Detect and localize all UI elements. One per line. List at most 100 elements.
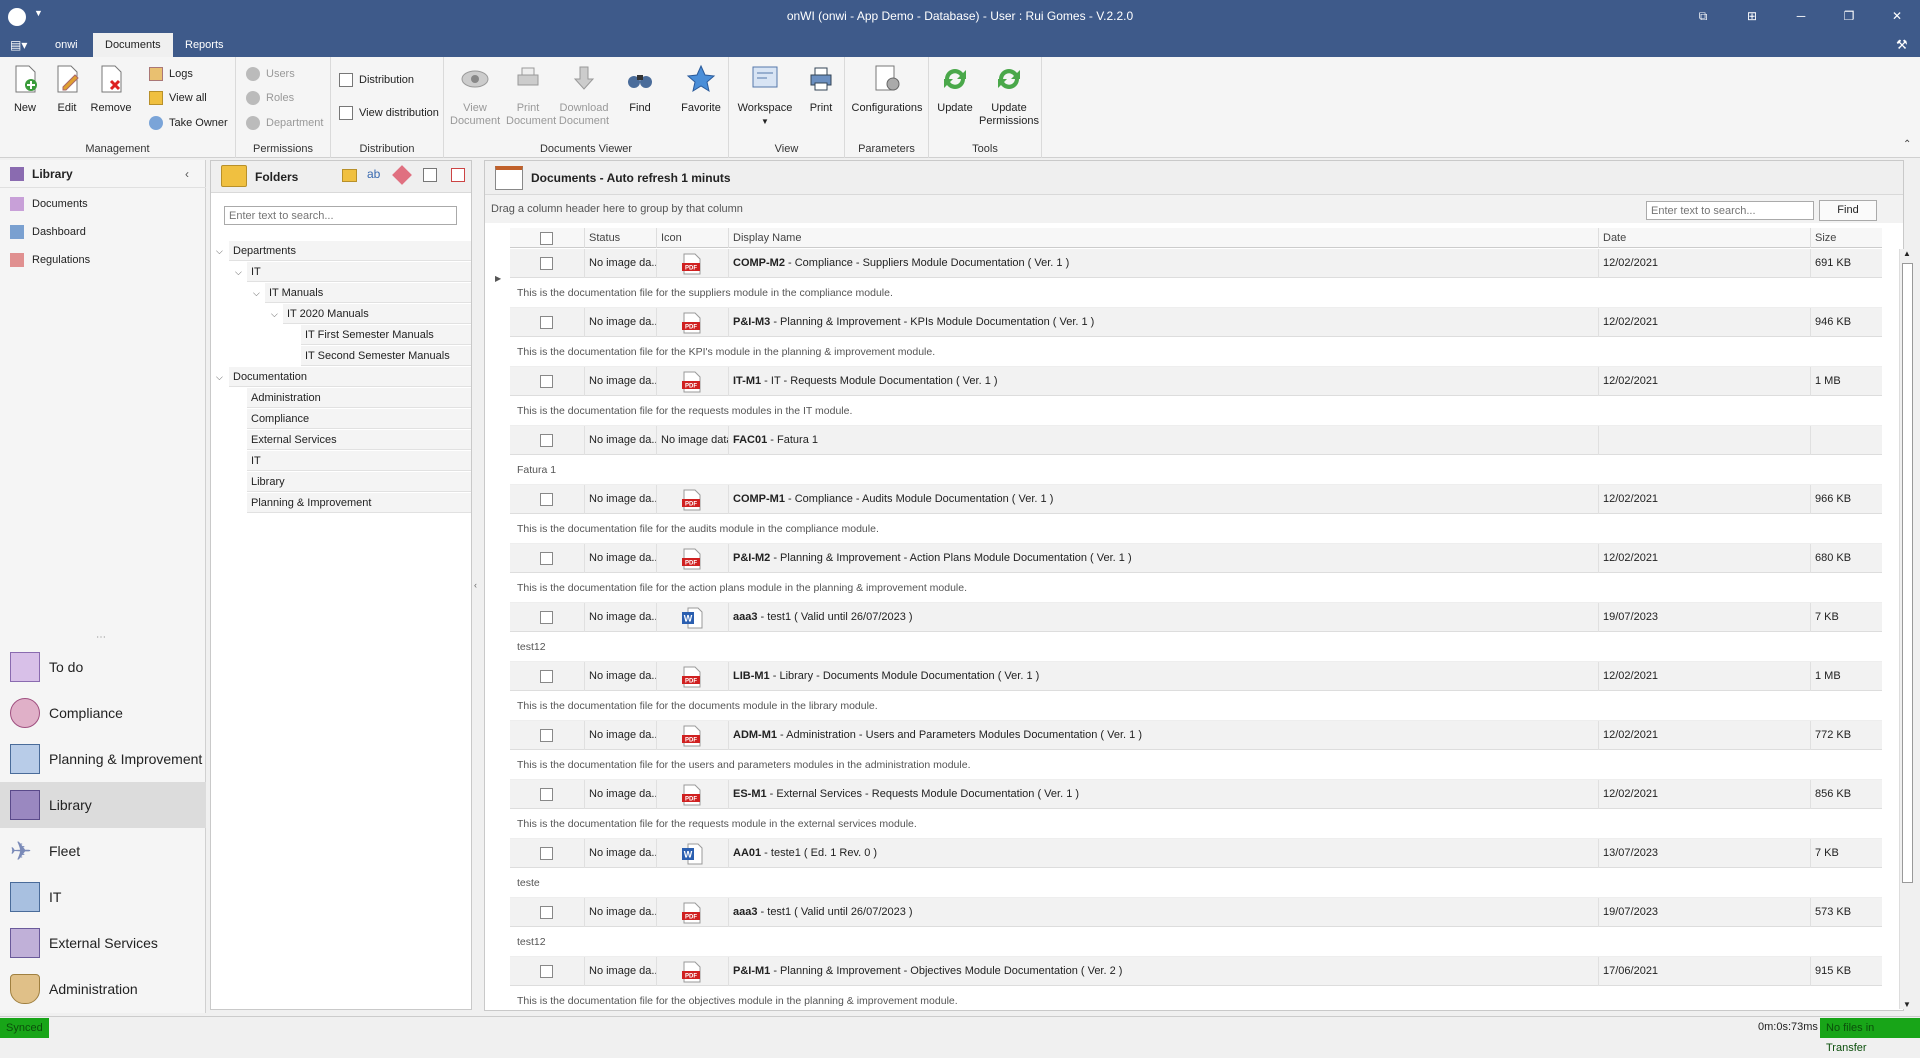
tree-node-administration[interactable]: Administration	[247, 388, 471, 408]
erase-icon[interactable]	[392, 165, 412, 185]
table-row[interactable]: No image da... PDF P&I-M2 - Planning & Imp…	[510, 544, 1882, 603]
new-button[interactable]: New	[8, 63, 42, 115]
row-main[interactable]: No image da... PDF ES-M1 - External Servic…	[510, 780, 1882, 809]
view-distribution-button[interactable]: View distribution	[339, 104, 439, 122]
vertical-scrollbar[interactable]: ▲ ▼	[1899, 249, 1915, 1009]
row-main[interactable]: No image da... PDF aaa3 - test1 ( Valid un…	[510, 898, 1882, 927]
column-header-size[interactable]: Size	[1810, 228, 1882, 248]
row-display-name[interactable]: ES-M1 - External Services - Requests Mod…	[728, 780, 1598, 809]
table-row[interactable]: No image da... PDF COMP-M1 - Compliance - …	[510, 485, 1882, 544]
row-checkbox[interactable]	[540, 729, 553, 742]
logs-button[interactable]: Logs	[149, 65, 193, 83]
row-display-name[interactable]: COMP-M2 - Compliance - Suppliers Module …	[728, 249, 1598, 278]
row-checkbox[interactable]	[540, 257, 553, 270]
row-checkbox[interactable]	[540, 965, 553, 978]
tree-node-planning-improvement[interactable]: Planning & Improvement	[247, 493, 471, 513]
row-display-name[interactable]: ADM-M1 - Administration - Users and Para…	[728, 721, 1598, 750]
expand-it-manuals-icon[interactable]: ⌵	[253, 283, 263, 303]
collapse-ribbon-icon[interactable]: ⌃	[1903, 139, 1911, 150]
tab-reports[interactable]: Reports	[173, 33, 236, 57]
find-button[interactable]: Find	[622, 63, 658, 115]
row-display-name[interactable]: aaa3 - test1 ( Valid until 26/07/2023 )	[728, 898, 1598, 927]
table-row[interactable]: No image da... PDF LIB-M1 - Library - Docu…	[510, 662, 1882, 721]
expand-it-icon[interactable]: ⌵	[235, 262, 245, 282]
table-row[interactable]: No image da... PDF ADM-M1 - Administration…	[510, 721, 1882, 780]
nav-library[interactable]: Library	[0, 782, 206, 828]
tree-node-it-documentation[interactable]: IT	[247, 451, 471, 471]
tree-node-it-second-semester-manuals[interactable]: IT Second Semester Manuals	[301, 346, 471, 366]
tree-node-it-manuals[interactable]: IT Manuals	[265, 283, 471, 303]
row-main[interactable]: No image da... No image data FAC01 - Fatur…	[510, 426, 1882, 455]
documents-search-input[interactable]	[1646, 201, 1814, 220]
view-document-button[interactable]: View Document	[450, 63, 500, 128]
table-row[interactable]: No image da... PDF P&I-M3 - Planning & Imp…	[510, 308, 1882, 367]
maximize-button[interactable]: ❐	[1838, 6, 1860, 26]
row-checkbox[interactable]	[540, 375, 553, 388]
nav-to-do[interactable]: To do	[0, 644, 206, 690]
scroll-down-icon[interactable]: ▼	[1903, 1000, 1911, 1009]
download-document-button[interactable]: Download Document	[556, 63, 612, 128]
print-button[interactable]: Print	[803, 63, 839, 115]
update-permissions-button[interactable]: Update Permissions	[979, 63, 1039, 128]
tree-node-it[interactable]: IT	[247, 262, 471, 282]
row-display-name[interactable]: P&I-M1 - Planning & Improvement - Object…	[728, 957, 1598, 986]
tree-node-it-first-semester-manuals[interactable]: IT First Semester Manuals	[301, 325, 471, 345]
folders-search-input[interactable]	[224, 206, 457, 225]
users-button[interactable]: Users	[246, 65, 295, 83]
nav-planning-improvement[interactable]: Planning & Improvement	[0, 736, 206, 782]
row-checkbox[interactable]	[540, 670, 553, 683]
row-main[interactable]: No image da... PDF P&I-M2 - Planning & Imp…	[510, 544, 1882, 573]
view-all-button[interactable]: View all	[149, 89, 207, 107]
settings-tools-icon[interactable]: ⚒	[1896, 37, 1908, 53]
library-item-regulations[interactable]: Regulations	[10, 249, 90, 271]
row-checkbox[interactable]	[540, 552, 553, 565]
row-checkbox[interactable]	[540, 847, 553, 860]
configurations-button[interactable]: Configurations	[851, 63, 923, 115]
row-main[interactable]: No image da... Waaa3 - test1 ( Valid unti…	[510, 603, 1882, 632]
tree-node-compliance[interactable]: Compliance	[247, 409, 471, 429]
expand-departments-icon[interactable]: ⌵	[216, 241, 226, 261]
library-item-documents[interactable]: Documents	[10, 193, 88, 215]
app-menu-icon[interactable]: ▤▾	[10, 38, 32, 52]
add-item-icon[interactable]	[423, 168, 437, 182]
close-button[interactable]: ✕	[1886, 6, 1908, 26]
layout-icon[interactable]: ⊞	[1741, 6, 1763, 26]
row-display-name[interactable]: P&I-M3 - Planning & Improvement - KPIs M…	[728, 308, 1598, 337]
nav-it[interactable]: IT	[0, 874, 206, 920]
row-main[interactable]: No image da... PDF P&I-M3 - Planning & Imp…	[510, 308, 1882, 337]
table-row[interactable]: No image da... PDF P&I-M1 - Planning & Imp…	[510, 957, 1882, 1009]
row-checkbox[interactable]	[540, 611, 553, 624]
print-document-button[interactable]: Print Document	[506, 63, 556, 128]
workspace-button[interactable]: Workspace ▼	[737, 63, 793, 128]
expand-documentation-icon[interactable]: ⌵	[216, 367, 226, 387]
row-checkbox[interactable]	[540, 788, 553, 801]
column-header-status[interactable]: Status	[584, 228, 656, 248]
row-checkbox[interactable]	[540, 906, 553, 919]
table-row[interactable]: No image da... W AA01 - teste1 ( Ed. 1 Rev…	[510, 839, 1882, 898]
scrollbar-thumb[interactable]	[1902, 263, 1913, 883]
collapse-panel-icon[interactable]: ‹	[185, 160, 189, 188]
row-main[interactable]: No image da... PDF IT-M1 - IT - Requests M…	[510, 367, 1882, 396]
column-header-icon[interactable]: Icon	[656, 228, 728, 248]
row-display-name[interactable]: FAC01 - Fatura 1	[728, 426, 1598, 455]
table-row[interactable]: No image da... No image data FAC01 - Fatur…	[510, 426, 1882, 485]
row-display-name[interactable]: AA01 - teste1 ( Ed. 1 Rev. 0 )	[728, 839, 1598, 868]
tree-node-library[interactable]: Library	[247, 472, 471, 492]
rename-folder-icon[interactable]: ab	[367, 167, 380, 181]
documents-find-button[interactable]: Find	[1819, 200, 1877, 221]
library-item-dashboard[interactable]: Dashboard	[10, 221, 86, 243]
row-display-name[interactable]: aaa3 - test1 ( Valid until 26/07/2023 )	[728, 603, 1598, 632]
table-row[interactable]: No image da... PDF aaa3 - test1 ( Valid un…	[510, 898, 1882, 957]
department-button[interactable]: Department	[246, 114, 323, 132]
table-row[interactable]: No image da... PDF IT-M1 - IT - Requests M…	[510, 367, 1882, 426]
row-main[interactable]: No image da... PDF ADM-M1 - Administration…	[510, 721, 1882, 750]
tab-documents[interactable]: Documents	[93, 33, 173, 57]
row-checkbox[interactable]	[540, 434, 553, 447]
table-row[interactable]: No image da... PDF COMP-M2 - Compliance - …	[510, 249, 1882, 308]
open-folder-icon[interactable]	[342, 169, 357, 182]
tree-node-external-services[interactable]: External Services	[247, 430, 471, 450]
nav-fleet[interactable]: ✈ Fleet	[0, 828, 206, 874]
help-icon[interactable]: ⧉	[1692, 6, 1714, 26]
expand-it-2020-manuals-icon[interactable]: ⌵	[271, 304, 281, 324]
column-header-display-name[interactable]: Display Name	[728, 228, 1598, 248]
